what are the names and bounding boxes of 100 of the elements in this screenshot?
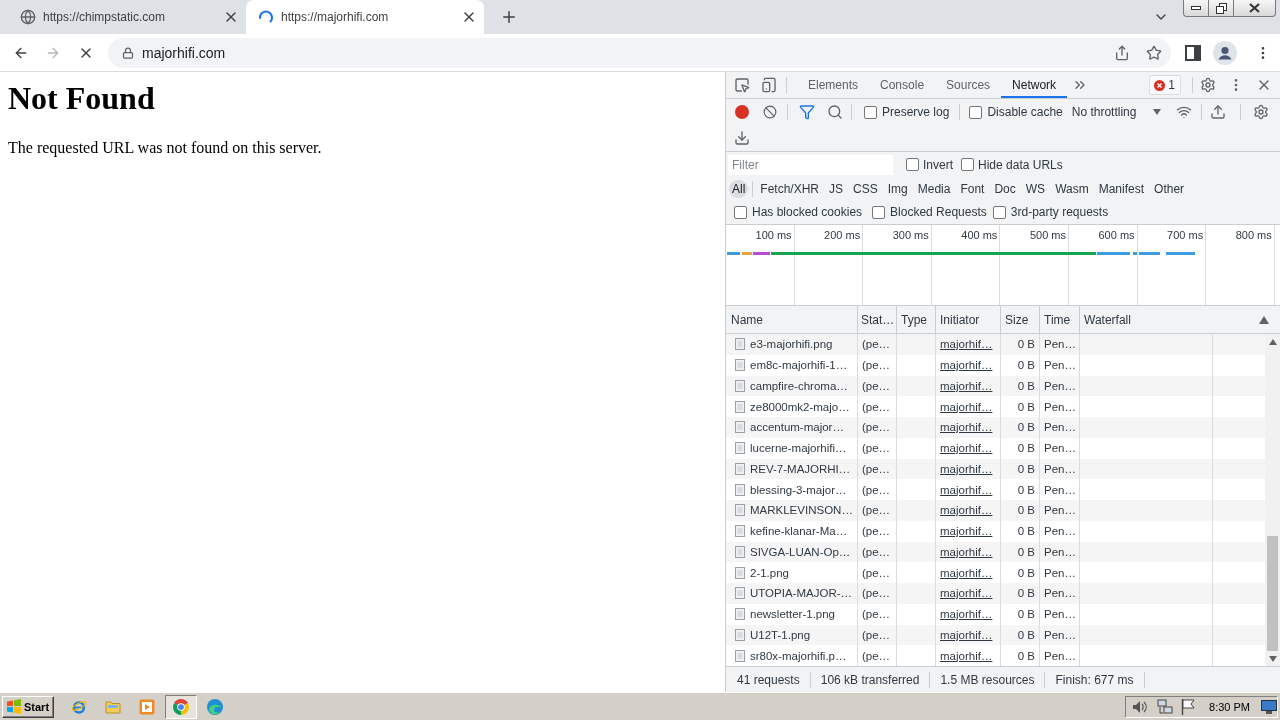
plus-icon[interactable] [500, 8, 518, 26]
initiator-link[interactable]: majorhif… [940, 359, 993, 372]
close-button[interactable] [1233, 0, 1276, 17]
taskbar-app-button[interactable] [165, 694, 198, 719]
throttling-select[interactable]: No throttling [1071, 105, 1162, 119]
lock-icon [122, 46, 134, 59]
scrollbar-thumb[interactable] [1267, 536, 1278, 651]
table-row[interactable]: MARKLEVINSON… (pe… majorhif… 0 B Pen… [726, 500, 1265, 521]
checkbox[interactable] [992, 205, 1006, 219]
filter-input[interactable]: Filter [728, 154, 893, 175]
table-cell: (pe… [858, 583, 897, 604]
address-field[interactable]: majorhifi.com [108, 37, 1171, 68]
table-row[interactable]: UTOPIA-MAJOR-… (pe… majorhif… 0 B Pen… [726, 583, 1265, 604]
initiator-link[interactable]: majorhif… [940, 525, 993, 538]
initiator-link[interactable]: majorhif… [940, 649, 993, 662]
inspect-icon[interactable] [734, 77, 750, 93]
initiator-link[interactable]: majorhif… [940, 628, 993, 641]
checkbox[interactable] [961, 158, 974, 171]
type-filter[interactable]: CSS [850, 179, 881, 198]
checkbox[interactable] [734, 205, 747, 219]
column-header[interactable]: Stat… [858, 306, 897, 333]
network-icon[interactable] [1157, 698, 1174, 715]
browser-tab[interactable]: https://chimpstatic.com [8, 0, 246, 34]
table-cell: 0 B [1001, 354, 1040, 376]
checkbox[interactable] [969, 105, 983, 119]
monitor-icon[interactable] [1261, 699, 1277, 714]
record-icon[interactable] [735, 105, 749, 119]
table-row[interactable]: SIVGA-LUAN-Op… (pe… majorhif… 0 B Pen… [726, 541, 1265, 563]
star-icon[interactable] [1146, 44, 1162, 61]
initiator-link[interactable]: majorhif… [940, 462, 993, 475]
initiator-link[interactable]: majorhif… [940, 545, 993, 558]
initiator-link[interactable]: majorhif… [940, 504, 993, 517]
column-header[interactable]: Size [1001, 306, 1040, 333]
initiator-link[interactable]: majorhif… [940, 608, 993, 621]
download-icon[interactable] [734, 130, 750, 146]
upload-icon[interactable] [1210, 104, 1227, 120]
initiator-link[interactable]: majorhif… [940, 421, 993, 434]
share-icon[interactable] [1114, 44, 1130, 61]
type-filter[interactable]: Other [1151, 179, 1188, 198]
checkbox[interactable] [872, 205, 886, 219]
type-filter[interactable]: Wasm [1052, 179, 1092, 198]
table-row[interactable]: accentum-major… (pe… majorhif… 0 B Pen… [726, 417, 1265, 438]
search-icon[interactable] [827, 104, 843, 120]
type-filter[interactable]: All [729, 179, 749, 198]
side-panel-icon[interactable] [1185, 44, 1201, 61]
scroll-up-icon [1268, 338, 1277, 345]
settings-icon[interactable] [1253, 104, 1270, 120]
initiator-link[interactable]: majorhif… [940, 379, 993, 392]
avatar-icon[interactable] [1213, 40, 1237, 65]
type-filter[interactable]: Manifest [1095, 179, 1148, 198]
type-filter[interactable]: Media [914, 179, 954, 198]
column-header[interactable]: Name [726, 306, 858, 333]
flag-icon[interactable] [1181, 698, 1196, 715]
wifi-icon[interactable] [1176, 104, 1193, 120]
clear-icon[interactable] [763, 105, 777, 119]
sort-up-icon[interactable] [1259, 315, 1269, 324]
speaker-icon[interactable] [1132, 699, 1149, 714]
table-row[interactable]: e3-majorhifi.png (pe… majorhif… 0 B Pen… [726, 334, 1265, 355]
table-cell: Pen… [1040, 500, 1080, 521]
table-row[interactable]: REV-7-MAJORHI… (pe… majorhif… 0 B Pen… [726, 458, 1265, 480]
start-button[interactable]: Start [2, 695, 55, 718]
type-filter[interactable]: JS [826, 179, 847, 198]
start-logo-icon [6, 699, 22, 714]
initiator-link[interactable]: majorhif… [940, 400, 993, 413]
file-name: sr80x-majorhifi.p… [750, 649, 847, 662]
column-header[interactable]: Waterfall [1080, 306, 1280, 333]
checkbox[interactable] [906, 158, 919, 171]
type-filter[interactable]: Fetch/XHR [757, 179, 823, 198]
file-icon [735, 649, 745, 662]
panel-tab[interactable]: Elements [797, 72, 870, 98]
tick-label: 400 ms [961, 229, 998, 241]
type-filter[interactable]: Img [884, 179, 911, 198]
initiator-link[interactable]: majorhif… [940, 442, 993, 455]
settings-icon[interactable] [1200, 77, 1216, 93]
file-icon [735, 545, 745, 558]
file-name: REV-7-MAJORHI… [750, 462, 851, 475]
table-row[interactable]: campfire-chroma… (pe… majorhif… 0 B Pen… [726, 375, 1265, 397]
panel-tab[interactable]: Console [869, 72, 936, 98]
filter-icon[interactable] [799, 104, 815, 120]
column-header[interactable]: Type [897, 306, 936, 333]
restore-button[interactable] [1208, 0, 1234, 17]
type-filter[interactable]: Font [957, 179, 988, 198]
error-count-button[interactable]: 1 [1149, 75, 1181, 95]
initiator-link[interactable]: majorhif… [940, 483, 993, 496]
device-icon[interactable] [761, 77, 777, 93]
initiator-link[interactable]: majorhif… [940, 587, 993, 600]
type-filter[interactable]: Doc [991, 179, 1019, 198]
table-row[interactable]: U12T-1.png (pe… majorhif… 0 B Pen… [726, 624, 1265, 646]
column-header[interactable]: Initiator [936, 306, 1001, 333]
browser-tab[interactable]: https://majorhifi.com [246, 0, 484, 34]
column-header[interactable]: Time [1040, 306, 1080, 333]
minimize-button[interactable] [1183, 0, 1209, 17]
type-filter[interactable]: WS [1022, 179, 1049, 198]
checkbox[interactable] [864, 105, 877, 119]
panel-tab[interactable]: Sources [935, 72, 1002, 98]
initiator-link[interactable]: majorhif… [940, 338, 993, 351]
close-icon [1249, 3, 1260, 13]
initiator-link[interactable]: majorhif… [940, 566, 993, 579]
file-name: SIVGA-LUAN-Op… [750, 545, 851, 558]
error-icon [1154, 79, 1166, 91]
